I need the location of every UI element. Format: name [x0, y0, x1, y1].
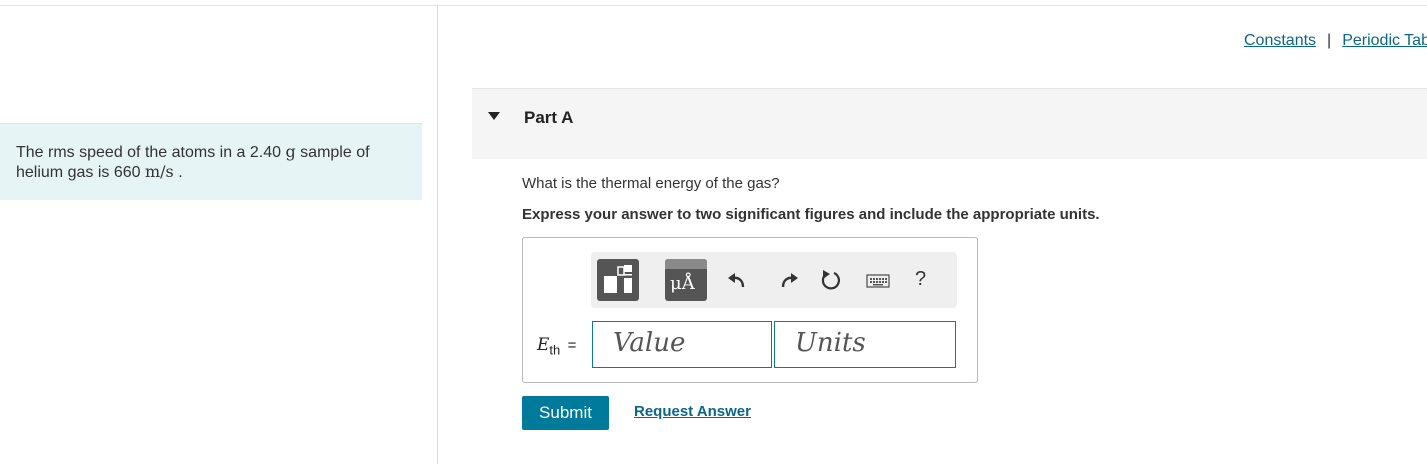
column-divider — [437, 6, 438, 464]
templates-button[interactable] — [597, 259, 639, 301]
link-separator: | — [1327, 32, 1332, 49]
request-answer-link[interactable]: Request Answer — [634, 403, 751, 420]
collapse-caret-icon[interactable] — [488, 112, 500, 120]
math-toolbar: μÅ ? — [591, 252, 957, 308]
top-border — [0, 5, 1427, 6]
variable-base: E — [537, 335, 550, 355]
part-a-header[interactable]: Part A — [472, 88, 1427, 159]
periodic-table-link[interactable]: Periodic Tab — [1342, 32, 1427, 49]
reset-icon[interactable] — [819, 269, 841, 291]
keyboard-icon[interactable] — [866, 274, 890, 288]
redo-icon[interactable] — [779, 271, 799, 289]
problem-text-1: The rms speed of the atoms in a 2.40 — [16, 144, 286, 161]
submit-button[interactable]: Submit — [522, 396, 609, 430]
units-button-band — [665, 259, 707, 269]
part-title: Part A — [524, 108, 574, 127]
undo-icon[interactable] — [727, 271, 747, 289]
top-links: Constants | Periodic Tab — [1244, 32, 1427, 50]
problem-statement: The rms speed of the atoms in a 2.40 g s… — [0, 123, 422, 200]
problem-text-3: . — [173, 164, 183, 181]
units-input[interactable]: Units — [774, 321, 956, 368]
question-text: What is the thermal energy of the gas? — [522, 175, 780, 192]
units-button-label: μÅ — [670, 273, 695, 294]
variable-subscript: th — [549, 342, 561, 358]
units-button[interactable]: μÅ — [665, 259, 707, 301]
mass-unit: g — [285, 142, 296, 161]
templates-icon — [604, 265, 632, 293]
help-icon[interactable]: ? — [915, 268, 926, 291]
equals-sign: = — [567, 337, 577, 354]
constants-link[interactable]: Constants — [1244, 32, 1316, 49]
speed-unit: m/s — [144, 162, 174, 181]
variable-label: Eth = — [537, 335, 576, 357]
answer-box: μÅ ? Eth = Value Units — [522, 237, 978, 383]
instruction-text: Express your answer to two significant f… — [522, 206, 1100, 223]
value-input[interactable]: Value — [592, 321, 772, 368]
